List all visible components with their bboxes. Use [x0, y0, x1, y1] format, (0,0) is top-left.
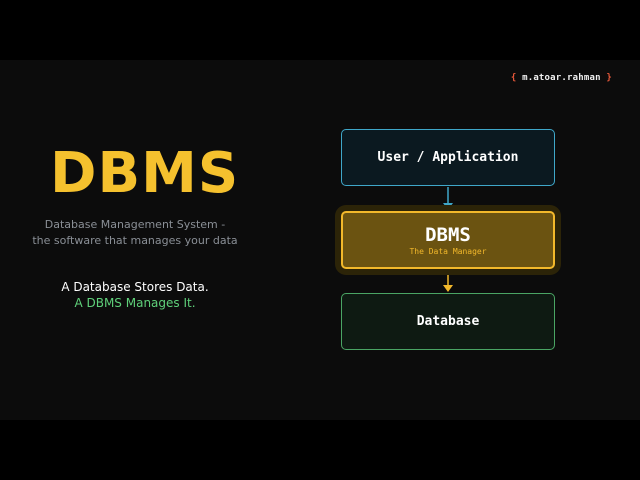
- user-application-label: User / Application: [377, 150, 519, 165]
- database-box: Database: [341, 293, 555, 350]
- dbms-box: DBMS The Data Manager: [341, 211, 555, 269]
- user-application-box: User / Application: [341, 129, 555, 186]
- slide: { m.atoar.rahman } DBMS Database Managem…: [0, 60, 640, 420]
- dbms-sublabel: The Data Manager: [409, 246, 487, 256]
- dbms-label: DBMS: [425, 223, 471, 246]
- arrowhead-dbms-to-database: [443, 285, 453, 292]
- arrowhead-user-to-dbms: [443, 203, 453, 210]
- database-label: Database: [416, 314, 480, 329]
